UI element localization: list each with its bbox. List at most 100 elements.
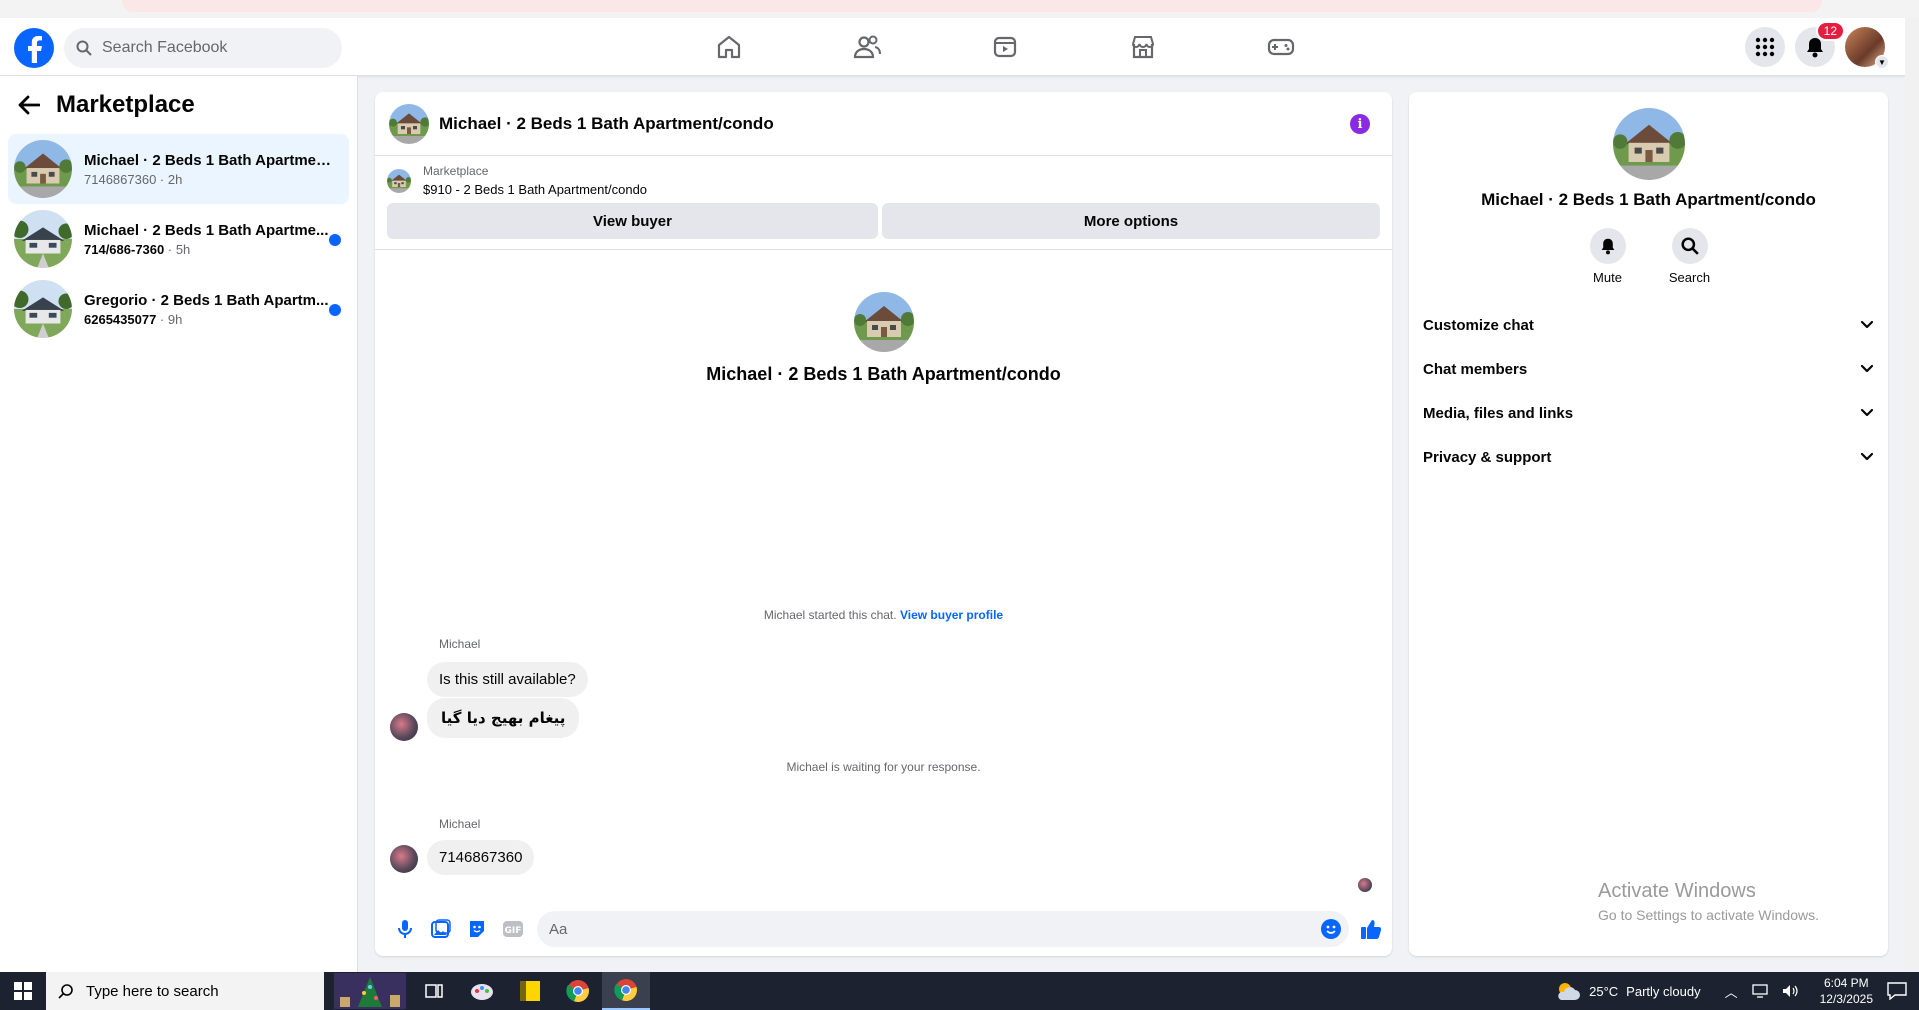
network-icon[interactable]: [1751, 984, 1770, 998]
chevron-down-icon: ▼: [1875, 55, 1889, 69]
facebook-logo-icon[interactable]: [14, 28, 54, 68]
message-composer: GIF Aa: [375, 902, 1392, 956]
chrome-icon-active[interactable]: [602, 972, 650, 1010]
info-section-row[interactable]: Chat members: [1423, 347, 1874, 391]
marketplace-icon[interactable]: [1074, 18, 1212, 76]
bell-icon: [1601, 238, 1614, 255]
sticker-icon[interactable]: [459, 911, 495, 947]
system-tray: 25°C Partly cloudy ︿ 6:04 PM 12/3/2025: [1555, 972, 1919, 1010]
chat-preview: 714/686-7360: [84, 241, 165, 257]
search-input[interactable]: Search Facebook: [64, 28, 342, 68]
mute-button[interactable]: Mute: [1585, 228, 1631, 285]
home-icon[interactable]: [660, 18, 798, 76]
chevron-down-icon: [1860, 408, 1874, 417]
conversation-title[interactable]: Michael · 2 Beds 1 Bath Apartment/condo: [439, 114, 774, 134]
menu-grid-icon[interactable]: [1745, 27, 1785, 67]
chat-time: 9h: [167, 311, 183, 327]
chat-started-notice: Michael started this chat. View buyer pr…: [763, 608, 1004, 622]
search-in-conversation-button[interactable]: Search: [1667, 228, 1713, 285]
top-navigation: Search Facebook 12 ▼: [0, 18, 1905, 76]
sender-avatar[interactable]: [390, 845, 418, 873]
like-thumbs-up-icon[interactable]: [1353, 911, 1389, 947]
photo-icon[interactable]: [423, 911, 459, 947]
activate-windows-watermark: Activate Windows Go to Settings to activ…: [1598, 880, 1819, 923]
unread-dot: [329, 234, 341, 246]
chat-list-item[interactable]: Michael · 2 Beds 1 Bath Apartme... 714/68…: [8, 204, 349, 274]
message-bubble[interactable]: پیغام بھیج دیا گیا: [427, 698, 580, 738]
svg-text:GIF: GIF: [505, 926, 522, 936]
chat-time: 2h: [167, 171, 183, 187]
system-clock[interactable]: 6:04 PM 12/3/2025: [1820, 975, 1873, 1007]
view-buyer-button[interactable]: View buyer: [387, 203, 879, 239]
task-view-icon[interactable]: [410, 972, 458, 1010]
weather-cloud-icon: [1558, 983, 1581, 1000]
notifications-button[interactable]: 12: [1795, 21, 1845, 67]
message-sender: Michael: [439, 817, 481, 831]
info-title: Michael · 2 Beds 1 Bath Apartment/condo: [1481, 190, 1816, 209]
search-placeholder: Search Facebook: [102, 39, 228, 56]
listing-label: Marketplace: [423, 164, 489, 178]
info-avatar[interactable]: [1612, 108, 1685, 180]
chevron-down-icon: [1860, 452, 1874, 461]
chat-list: Michael · 2 Beds 1 Bath Apartment... 7146…: [0, 134, 357, 344]
chat-list-item[interactable]: Gregorio · 2 Beds 1 Bath Apartm... 626543…: [8, 274, 349, 344]
view-buyer-profile-link[interactable]: View buyer profile: [900, 608, 1003, 622]
info-section-row[interactable]: Privacy & support: [1423, 435, 1874, 479]
windows-start-icon[interactable]: [0, 972, 46, 1010]
profile-avatar[interactable]: ▼: [1845, 27, 1889, 69]
listing-detail[interactable]: $910 - 2 Beds 1 Bath Apartment/condo: [423, 182, 647, 197]
info-section-label: Privacy & support: [1423, 448, 1552, 466]
message-sender: Michael: [439, 637, 481, 651]
conversation-panel: Michael · 2 Beds 1 Bath Apartment/condo …: [375, 92, 1392, 956]
info-section-label: Chat members: [1423, 360, 1528, 378]
weather-widget[interactable]: 25°C Partly cloudy: [1555, 980, 1701, 1002]
listing-thumbnail: [14, 280, 72, 338]
search-label: Search: [1668, 270, 1711, 285]
gaming-icon[interactable]: [1212, 18, 1350, 76]
friends-icon[interactable]: [798, 18, 936, 76]
chevron-down-icon: [1860, 320, 1874, 329]
account-controls: 12 ▼: [1745, 21, 1889, 69]
message-input[interactable]: Aa: [537, 911, 1349, 947]
listing-thumbnail[interactable]: [387, 168, 411, 193]
video-icon[interactable]: [936, 18, 1074, 76]
more-options-button[interactable]: More options: [882, 203, 1380, 239]
listing-thumbnail: [14, 210, 72, 268]
message-input-placeholder: Aa: [549, 920, 568, 938]
info-sections: Customize chat Chat members Media, files a…: [1409, 303, 1888, 479]
taskbar-holiday-image[interactable]: [330, 972, 410, 1010]
gif-icon[interactable]: GIF: [495, 911, 531, 947]
info-section-row[interactable]: Customize chat: [1423, 303, 1874, 347]
chat-preview: 7146867360: [84, 171, 157, 187]
chat-time: 5h: [175, 241, 191, 257]
info-section-row[interactable]: Media, files and links: [1423, 391, 1874, 435]
page-scrollbar[interactable]: [1905, 18, 1919, 972]
seen-indicator-avatar: [1358, 878, 1372, 892]
sticky-notes-icon[interactable]: [506, 972, 554, 1010]
chat-list-item[interactable]: Michael · 2 Beds 1 Bath Apartment... 7146…: [8, 134, 349, 204]
windows-taskbar: Type here to search 25°C Partly cloudy ︿: [0, 972, 1919, 1010]
main-nav-tabs: [660, 18, 1350, 76]
message-bubble[interactable]: 7146867360: [427, 840, 535, 875]
chat-preview: 6265435077: [84, 311, 157, 327]
listing-bar: Marketplace $910 - 2 Beds 1 Bath Apartme…: [375, 156, 1392, 250]
info-section-label: Customize chat: [1423, 316, 1534, 334]
notifications-center-icon[interactable]: [1887, 982, 1907, 1000]
paint-app-icon[interactable]: [458, 972, 506, 1010]
conversation-avatar[interactable]: [389, 103, 429, 144]
chrome-icon[interactable]: [554, 972, 602, 1010]
browser-tab-strip: [0, 0, 1919, 18]
speaker-icon[interactable]: [1782, 984, 1800, 998]
info-icon[interactable]: i: [1350, 114, 1370, 134]
browser-address-bar[interactable]: [122, 0, 1822, 12]
marketplace-chats-sidebar: Marketplace Michael · 2 Beds 1 Bath Apar…: [0, 76, 358, 972]
chat-name: Michael · 2 Beds 1 Bath Apartment...: [84, 151, 334, 169]
back-arrow-icon[interactable]: [18, 95, 40, 115]
chevron-up-icon[interactable]: ︿: [1725, 982, 1738, 1001]
message-bubble[interactable]: Is this still available?: [427, 662, 588, 697]
taskbar-search-input[interactable]: Type here to search: [46, 972, 324, 1010]
search-icon: [1680, 237, 1699, 255]
sender-avatar[interactable]: [390, 713, 418, 741]
microphone-icon[interactable]: [387, 911, 423, 947]
emoji-icon[interactable]: [1321, 919, 1341, 939]
